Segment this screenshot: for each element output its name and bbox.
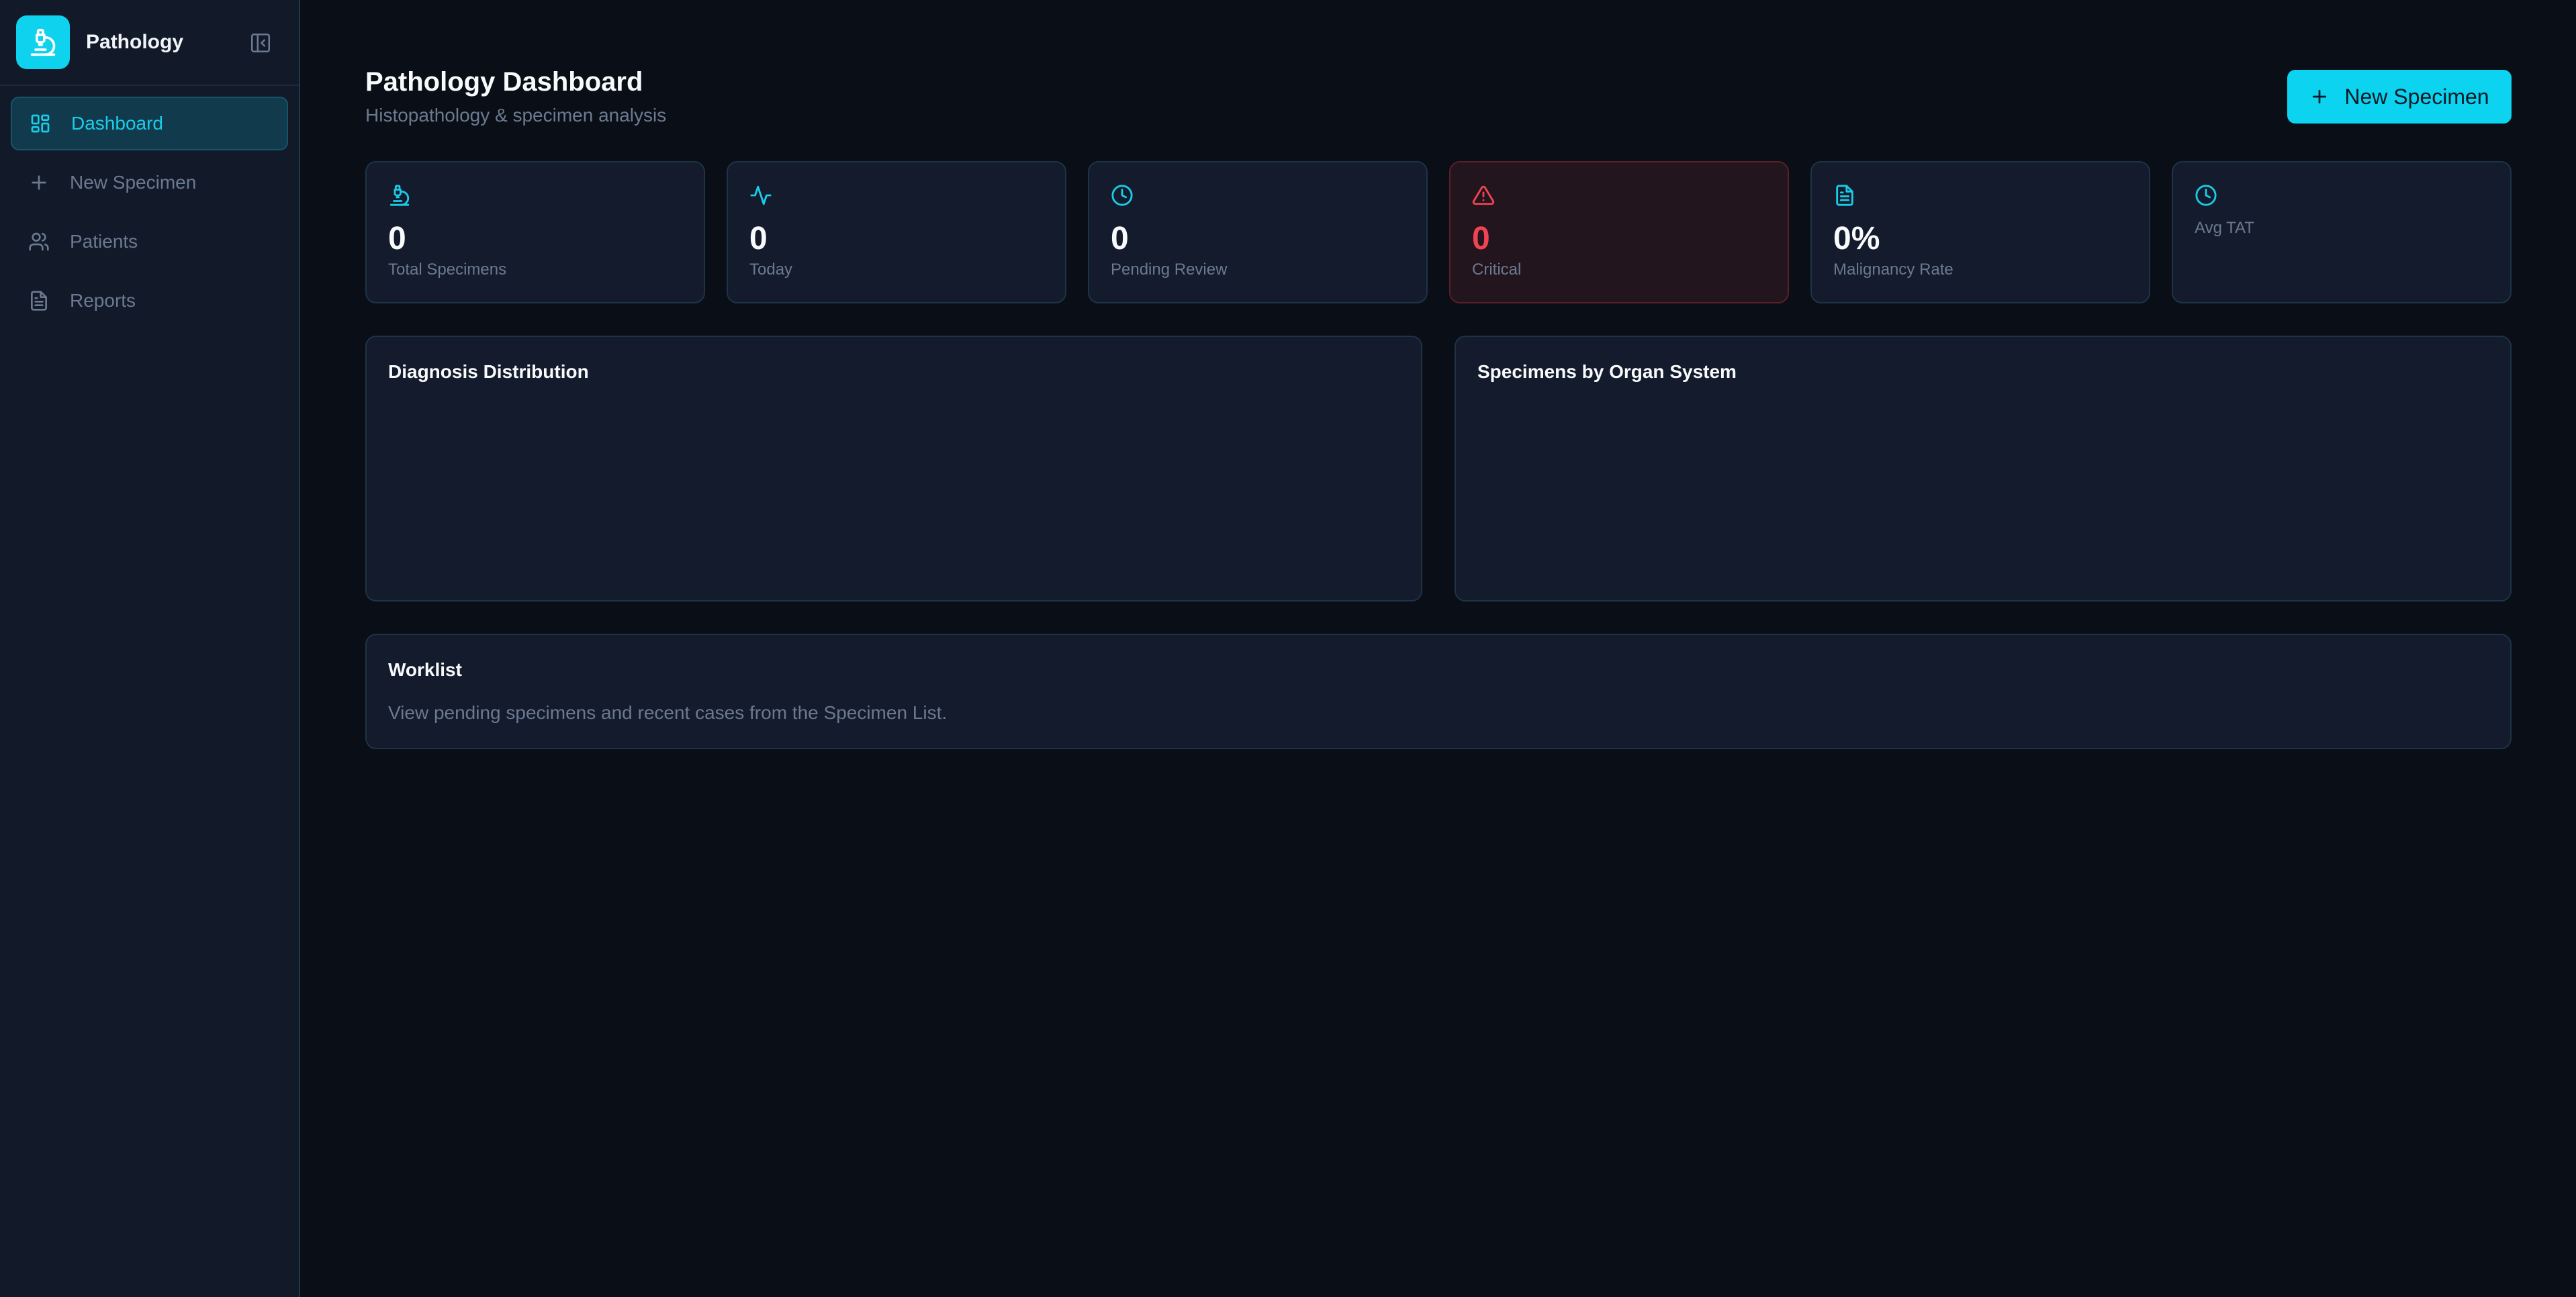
- app-logo[interactable]: [16, 15, 70, 69]
- clock-icon: [1111, 185, 1133, 206]
- collapse-sidebar-button[interactable]: [248, 31, 273, 55]
- stat-label: Today: [749, 260, 793, 279]
- sidebar-item-label: Reports: [70, 290, 136, 311]
- page-subtitle: Histopathology & specimen analysis: [365, 105, 667, 126]
- stat-label: Pending Review: [1111, 260, 1228, 279]
- worklist-panel: Worklist View pending specimens and rece…: [365, 634, 2512, 749]
- plus-icon: [2309, 87, 2330, 107]
- stat-label: Avg TAT: [2195, 219, 2254, 237]
- app-name: Pathology: [86, 31, 184, 53]
- stat-value: 0: [1472, 221, 1490, 256]
- plus-icon: [27, 171, 51, 195]
- sidebar-item-label: Patients: [70, 231, 138, 252]
- stat-label: Total Specimens: [388, 260, 507, 279]
- panel-title: Worklist: [388, 659, 462, 680]
- microscope-icon: [30, 28, 56, 56]
- stat-card-avg-tat: Avg TAT: [2172, 161, 2512, 303]
- sidebar-item-label: Dashboard: [71, 113, 163, 134]
- sidebar-item-reports[interactable]: Reports: [11, 274, 288, 328]
- sidebar-nav: Dashboard New Specimen Patients Reports: [0, 86, 299, 328]
- stat-card-today: 0 Today: [727, 161, 1066, 303]
- stat-value: 0: [1111, 221, 1129, 256]
- file-text-icon: [27, 289, 51, 313]
- users-icon: [27, 230, 51, 254]
- worklist-description: View pending specimens and recent cases …: [388, 702, 948, 723]
- stat-label: Critical: [1472, 260, 1522, 279]
- main-content: Pathology Dashboard Histopathology & spe…: [300, 0, 2576, 1297]
- microscope-icon: [389, 185, 410, 206]
- panel-collapse-icon: [250, 33, 271, 53]
- sidebar-header: Pathology: [0, 0, 299, 86]
- stat-label: Malignancy Rate: [1833, 260, 1953, 279]
- sidebar-item-label: New Specimen: [70, 172, 197, 193]
- stat-card-malignancy-rate: 0% Malignancy Rate: [1810, 161, 2150, 303]
- new-specimen-button-label: New Specimen: [2344, 84, 2489, 109]
- stat-card-total-specimens: 0 Total Specimens: [365, 161, 705, 303]
- new-specimen-button[interactable]: New Specimen: [2287, 70, 2512, 124]
- organ-system-panel: Specimens by Organ System: [1455, 336, 2512, 602]
- stat-value: 0%: [1833, 221, 1880, 256]
- activity-icon: [750, 185, 772, 205]
- file-text-icon: [1836, 185, 1853, 206]
- app-root: Pathology Dashboard New Specimen Patient…: [0, 0, 2576, 1297]
- clock-icon: [2195, 185, 2217, 206]
- stat-card-critical: 0 Critical: [1449, 161, 1789, 303]
- sidebar-item-new-specimen[interactable]: New Specimen: [11, 156, 288, 209]
- stat-value: 0: [388, 221, 406, 256]
- sidebar-item-patients[interactable]: Patients: [11, 215, 288, 269]
- panel-title: Specimens by Organ System: [1477, 361, 1737, 382]
- diagnosis-distribution-panel: Diagnosis Distribution: [365, 336, 1422, 602]
- stat-value: 0: [749, 221, 768, 256]
- dashboard-grid-icon: [28, 111, 52, 136]
- alert-triangle-icon: [1472, 185, 1495, 205]
- panel-title: Diagnosis Distribution: [388, 361, 589, 382]
- sidebar: Pathology Dashboard New Specimen Patient…: [0, 0, 300, 1297]
- sidebar-item-dashboard[interactable]: Dashboard: [11, 97, 288, 150]
- page-title: Pathology Dashboard: [365, 67, 643, 97]
- stat-card-pending-review: 0 Pending Review: [1088, 161, 1428, 303]
